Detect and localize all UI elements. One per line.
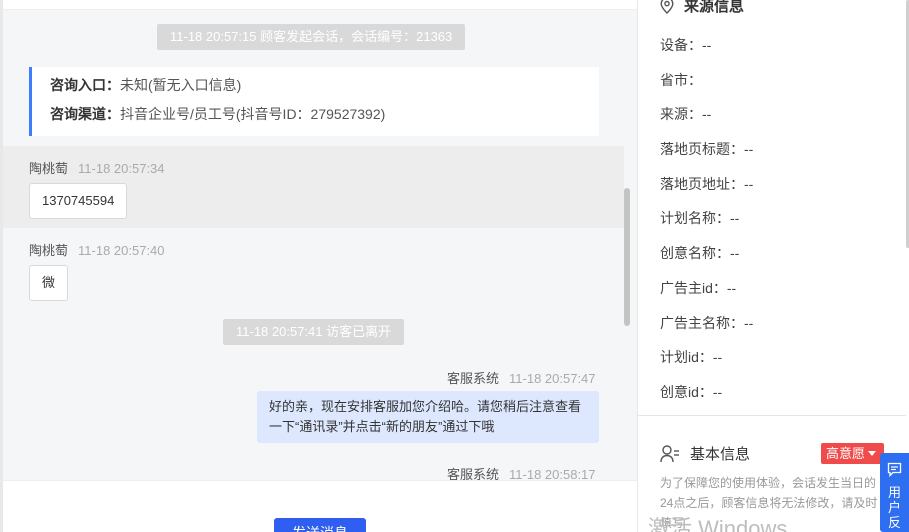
intent-level-dropdown[interactable]: 高意愿 — [821, 443, 884, 464]
consult-info-card: 咨询入口：未知(暂无入口信息) 咨询渠道：抖音企业号/员工号(抖音号ID：279… — [29, 67, 599, 136]
consult-entry-row: 咨询入口：未知(暂无入口信息) — [50, 78, 599, 92]
field-source: 来源：-- — [660, 106, 712, 122]
sender-name: 客服系统 — [447, 467, 500, 480]
message-time: 11-18 20:57:40 — [78, 243, 165, 258]
windows-activation-watermark: 激活 Windows — [648, 516, 788, 532]
basic-info-title: 基本信息 — [690, 446, 751, 463]
consult-entry-label: 咨询入口： — [50, 77, 120, 93]
chat-scrollbar[interactable] — [624, 188, 630, 326]
incoming-message-bubble[interactable]: 1370745594 — [29, 183, 128, 219]
chat-top-bar — [3, 0, 637, 10]
field-landing-url: 落地页地址：-- — [660, 176, 754, 192]
message-icon — [887, 462, 902, 477]
user-feedback-label: 用户反 — [888, 485, 902, 530]
location-pin-icon — [660, 0, 674, 14]
section-divider — [638, 415, 906, 416]
field-device: 设备：-- — [660, 37, 712, 53]
caret-down-icon — [868, 451, 877, 456]
message-sender: 客服系统 11-18 20:58:17 — [447, 464, 596, 480]
field-advertiser-id: 广告主id：-- — [660, 280, 737, 296]
send-message-button[interactable]: 发送消息 — [274, 518, 366, 532]
message-sender: 陶桃萄 11-18 20:57:34 — [29, 158, 165, 177]
intent-level-label: 高意愿 — [826, 446, 866, 461]
session-start-notice: 11-18 20:57:15 顾客发起会话，会话编号：21363 — [157, 24, 466, 50]
message-sender: 陶桃萄 11-18 20:57:40 — [29, 240, 165, 259]
field-creative-name: 创意名称：-- — [660, 245, 740, 261]
source-info-header: 来源信息 — [660, 0, 744, 16]
consult-channel-value: 抖音企业号/员工号(抖音号ID：279527392) — [120, 106, 386, 122]
consult-channel-label: 咨询渠道： — [50, 106, 120, 122]
message-time: 11-18 20:57:34 — [78, 161, 165, 176]
message-input-area[interactable]: 发送消息 — [3, 480, 637, 532]
outgoing-message-bubble[interactable]: 好的亲，现在安排客服加您介绍哈。请您稍后注意查看一下“通讯录”并点击“新的朋友”… — [257, 391, 599, 443]
user-feedback-button[interactable]: 用户反 — [880, 453, 909, 532]
message-time: 11-18 20:57:47 — [509, 371, 596, 386]
consult-entry-value: 未知(暂无入口信息) — [120, 77, 242, 93]
field-advertiser-name: 广告主名称：-- — [660, 315, 754, 331]
message-sender: 客服系统 11-18 20:57:47 — [447, 368, 596, 387]
field-plan-name: 计划名称：-- — [660, 210, 740, 226]
basic-info-header: 基本信息 — [660, 443, 750, 464]
chat-panel: 11-18 20:57:15 顾客发起会话，会话编号：21363 咨询入口：未知… — [3, 0, 637, 480]
field-plan-id: 计划id：-- — [660, 349, 723, 365]
incoming-message-bubble[interactable]: 微 — [29, 265, 69, 301]
field-creative-id: 创意id：-- — [660, 384, 723, 400]
message-time: 11-18 20:58:17 — [509, 467, 596, 480]
visitor-left-notice: 11-18 20:57:41 访客已离开 — [223, 319, 405, 345]
sender-name: 客服系统 — [447, 371, 500, 386]
sender-name: 陶桃萄 — [29, 161, 69, 176]
field-landing-title: 落地页标题：-- — [660, 141, 754, 157]
customer-info-panel: 来源信息 设备：-- 省市： 来源：-- 落地页标题：-- 落地页地址：-- 计… — [637, 0, 909, 532]
user-icon — [660, 444, 679, 462]
consult-channel-row: 咨询渠道：抖音企业号/员工号(抖音号ID：279527392) — [50, 107, 599, 121]
sender-name: 陶桃萄 — [29, 243, 69, 258]
source-info-title: 来源信息 — [684, 0, 745, 15]
field-province-city: 省市： — [660, 72, 702, 88]
